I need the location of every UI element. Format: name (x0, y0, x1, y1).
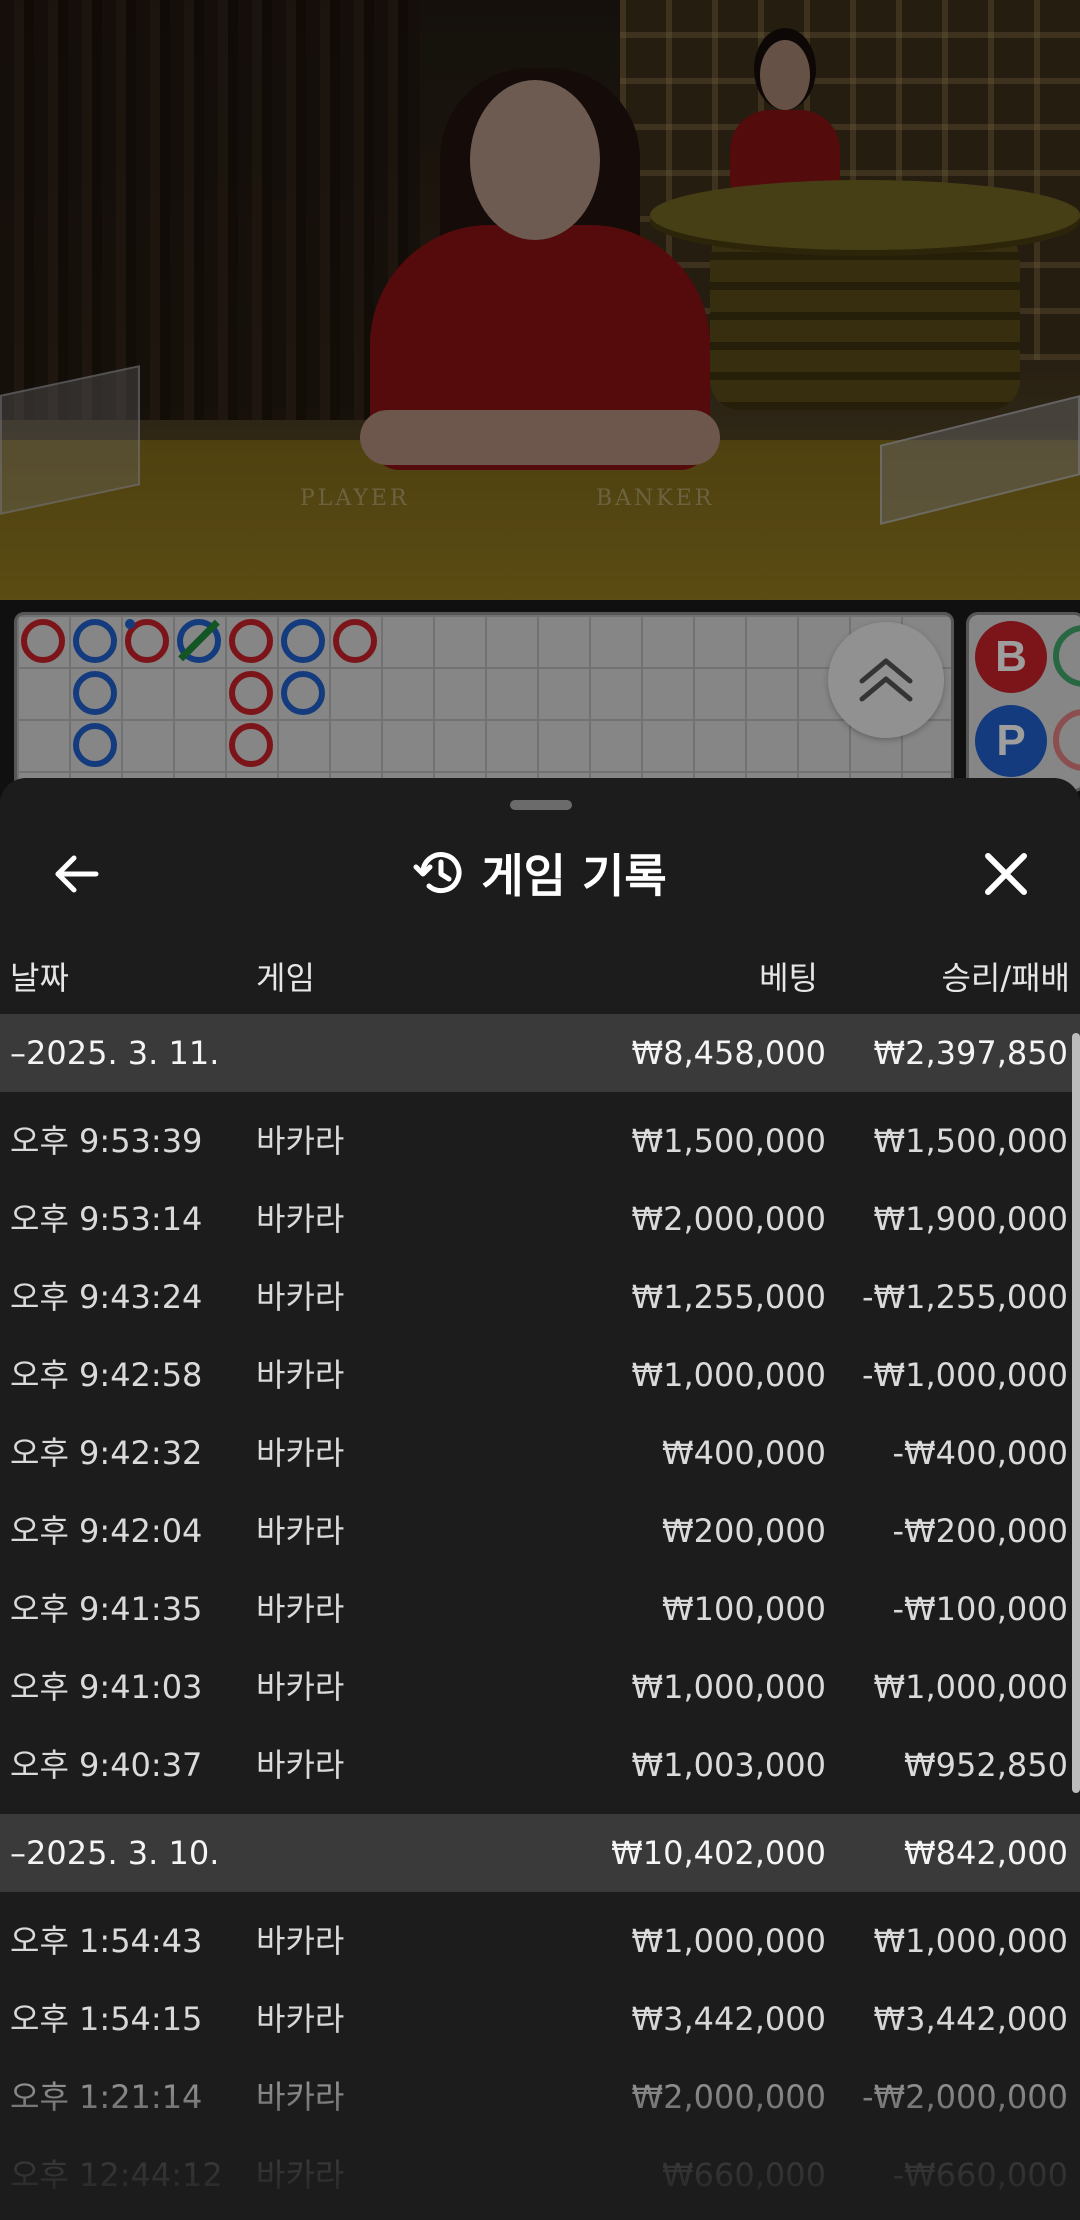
column-header-date: 날짜 (10, 959, 69, 997)
row-bet: ₩660,000 (662, 2156, 826, 2194)
sheet-title: 게임 기록 (481, 849, 667, 903)
column-headers: 날짜 게임 베팅 승리/패배 (0, 953, 1080, 1013)
history-row[interactable]: 오후 9:43:24 바카라 ₩1,255,000 -₩1,255,000 (0, 1258, 1080, 1336)
row-game: 바카라 (256, 2078, 345, 2116)
history-row[interactable]: 오후 12:44:12 바카라 ₩660,000 -₩660,000 (0, 2136, 1080, 2214)
arrow-left-icon (55, 855, 99, 893)
close-button[interactable] (970, 838, 1042, 910)
history-row[interactable]: 오후 9:42:58 바카라 ₩1,000,000 -₩1,000,000 (0, 1336, 1080, 1414)
row-time: 오후 9:43:24 (10, 1278, 203, 1316)
row-bet: ₩3,442,000 (631, 2000, 827, 2038)
row-game: 바카라 (256, 2156, 345, 2194)
history-row[interactable]: 오후 1:54:15 바카라 ₩3,442,000 ₩3,442,000 (0, 1980, 1080, 2058)
row-result: -₩2,000,000 (861, 2078, 1068, 2116)
row-game: 바카라 (256, 1668, 345, 1706)
group-bet-total: ₩10,402,000 (611, 1834, 826, 1872)
row-bet: ₩2,000,000 (631, 1200, 827, 1238)
row-result: -₩100,000 (892, 1590, 1068, 1628)
row-bet: ₩1,000,000 (631, 1922, 827, 1960)
history-row[interactable]: 오후 9:41:35 바카라 ₩100,000 -₩100,000 (0, 1570, 1080, 1648)
row-game: 바카라 (256, 1122, 345, 1160)
history-row[interactable]: 오후 9:42:04 바카라 ₩200,000 -₩200,000 (0, 1492, 1080, 1570)
row-game: 바카라 (256, 1200, 345, 1238)
row-bet: ₩1,255,000 (631, 1278, 827, 1316)
row-bet: ₩400,000 (662, 1434, 826, 1472)
sheet-header: 게임 기록 (0, 818, 1080, 928)
row-game: 바카라 (256, 1590, 345, 1628)
modal-backdrop[interactable] (0, 0, 1080, 800)
back-button[interactable] (40, 838, 112, 910)
history-row[interactable]: 오후 1:21:14 바카라 ₩2,000,000 -₩2,000,000 (0, 2058, 1080, 2136)
history-row[interactable]: 오후 9:53:14 바카라 ₩2,000,000 ₩1,900,000 (0, 1180, 1080, 1258)
history-icon (413, 852, 462, 894)
history-row[interactable]: 오후 9:42:32 바카라 ₩400,000 -₩400,000 (0, 1414, 1080, 1492)
row-result: -₩400,000 (892, 1434, 1068, 1472)
group-date: –2025. 3. 10. (10, 1834, 220, 1872)
history-row[interactable]: 오후 9:40:37 바카라 ₩1,003,000 ₩952,850 (0, 1726, 1080, 1804)
row-time: 오후 9:53:14 (10, 1200, 203, 1238)
row-result: -₩1,000,000 (861, 1356, 1068, 1394)
row-game: 바카라 (256, 1356, 345, 1394)
date-group-header[interactable]: –2025. 3. 10. ₩10,402,000 ₩842,000 (0, 1814, 1080, 1892)
row-game: 바카라 (256, 1434, 345, 1472)
row-result: -₩1,255,000 (861, 1278, 1068, 1316)
row-time: 오후 9:53:39 (10, 1122, 203, 1160)
scrollbar[interactable] (1072, 1033, 1080, 1793)
sheet-title-group: 게임 기록 (0, 818, 1080, 928)
row-time: 오후 1:54:43 (10, 1922, 203, 1960)
row-time: 오후 1:21:14 (10, 2078, 203, 2116)
date-group-header[interactable]: –2025. 3. 11. ₩8,458,000 ₩2,397,850 (0, 1014, 1080, 1092)
row-result: -₩660,000 (892, 2156, 1068, 2194)
history-table: –2025. 3. 11. ₩8,458,000 ₩2,397,850 오후 9:53… (0, 1014, 1080, 2220)
row-time: 오후 1:54:15 (10, 2000, 203, 2038)
row-result: ₩3,442,000 (873, 2000, 1069, 2038)
row-result: ₩1,000,000 (873, 1668, 1069, 1706)
row-game: 바카라 (256, 1922, 345, 1960)
row-time: 오후 9:41:03 (10, 1668, 203, 1706)
row-bet: ₩100,000 (662, 1590, 826, 1628)
group-result-total: ₩842,000 (904, 1834, 1068, 1872)
row-game: 바카라 (256, 1278, 345, 1316)
row-time: 오후 12:44:12 (10, 2156, 223, 2194)
history-row[interactable]: 오후 9:53:39 바카라 ₩1,500,000 ₩1,500,000 (0, 1102, 1080, 1180)
group-bet-total: ₩8,458,000 (631, 1034, 827, 1072)
row-bet: ₩1,003,000 (631, 1746, 827, 1784)
row-result: -₩200,000 (892, 1512, 1068, 1550)
row-time: 오후 9:41:35 (10, 1590, 203, 1628)
row-result: ₩1,500,000 (873, 1122, 1069, 1160)
group-result-total: ₩2,397,850 (873, 1034, 1069, 1072)
row-result: ₩1,900,000 (873, 1200, 1069, 1238)
row-bet: ₩200,000 (662, 1512, 826, 1550)
row-bet: ₩1,500,000 (631, 1122, 827, 1160)
app-root: PLAYER BANKER B P 게임 기록 날짜 게임 베팅 승리/패배 –… (0, 0, 1080, 2220)
row-time: 오후 9:42:58 (10, 1356, 203, 1394)
column-header-game: 게임 (256, 959, 315, 997)
row-bet: ₩1,000,000 (631, 1668, 827, 1706)
column-header-bet: 베팅 (759, 959, 818, 997)
row-game: 바카라 (256, 1746, 345, 1784)
history-row[interactable]: 오후 9:41:03 바카라 ₩1,000,000 ₩1,000,000 (0, 1648, 1080, 1726)
game-history-sheet: 게임 기록 날짜 게임 베팅 승리/패배 –2025. 3. 11. ₩8,458… (0, 778, 1080, 2220)
row-time: 오후 9:42:04 (10, 1512, 203, 1550)
column-header-result: 승리/패배 (941, 959, 1070, 997)
row-game: 바카라 (256, 1512, 345, 1550)
row-time: 오후 9:40:37 (10, 1746, 203, 1784)
sheet-drag-handle[interactable] (510, 800, 572, 810)
row-result: ₩1,000,000 (873, 1922, 1069, 1960)
history-row[interactable]: 오후 1:54:43 바카라 ₩1,000,000 ₩1,000,000 (0, 1902, 1080, 1980)
close-icon (985, 853, 1027, 895)
row-game: 바카라 (256, 2000, 345, 2038)
group-date: –2025. 3. 11. (10, 1034, 220, 1072)
row-time: 오후 9:42:32 (10, 1434, 203, 1472)
row-bet: ₩1,000,000 (631, 1356, 827, 1394)
row-result: ₩952,850 (904, 1746, 1068, 1784)
row-bet: ₩2,000,000 (631, 2078, 827, 2116)
